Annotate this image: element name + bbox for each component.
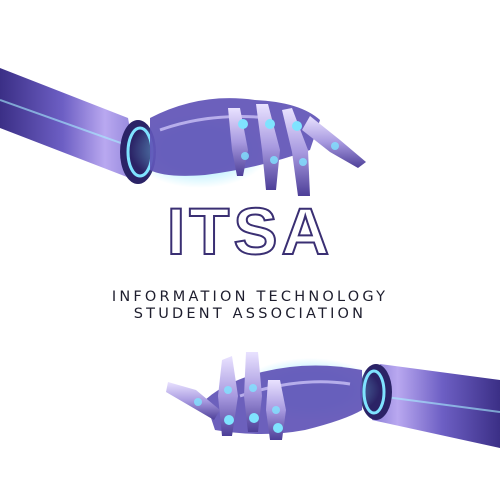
top-robot-hand bbox=[0, 68, 366, 196]
subtitle-line-2: STUDENT ASSOCIATION bbox=[133, 306, 367, 322]
bottom-robot-hand bbox=[166, 352, 500, 448]
logo-title-svg: ITSA bbox=[166, 194, 333, 264]
logo-title-container: ITSA bbox=[0, 194, 500, 264]
subtitle-line-1: INFORMATION TECHNOLOGY bbox=[111, 289, 389, 305]
logo-title: ITSA bbox=[167, 194, 333, 264]
